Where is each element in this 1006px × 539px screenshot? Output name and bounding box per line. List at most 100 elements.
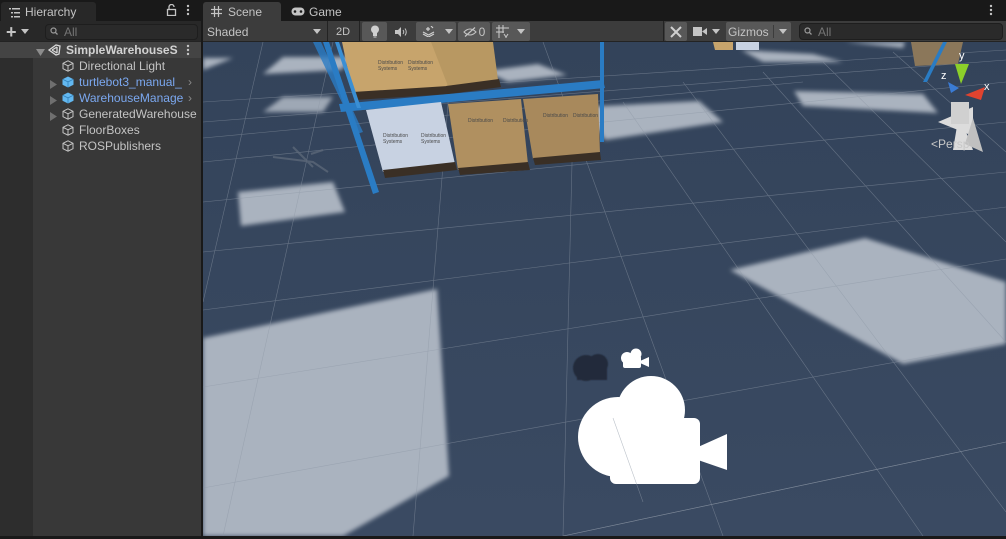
toolbar-separator bbox=[327, 21, 328, 42]
tree-item-scene[interactable]: SimpleWarehouseS bbox=[0, 42, 201, 58]
tab-scene[interactable]: Scene bbox=[203, 2, 281, 21]
gizmos-dropdown[interactable]: Gizmos bbox=[726, 22, 791, 41]
tab-hierarchy[interactable]: Hierarchy bbox=[1, 2, 96, 21]
eye-hidden-icon bbox=[462, 26, 477, 37]
hierarchy-tab-label: Hierarchy bbox=[25, 4, 77, 19]
tree-item-ros-publishers[interactable]: ROSPublishers bbox=[0, 138, 201, 154]
camera-icon bbox=[693, 27, 707, 36]
hierarchy-tab-bar: Hierarchy bbox=[0, 0, 201, 21]
gizmo-y-label: y bbox=[959, 50, 965, 62]
projection-toggle[interactable]: <Persp bbox=[931, 137, 969, 151]
toolbar-separator bbox=[359, 21, 360, 42]
box-label: Systems bbox=[421, 139, 441, 145]
gameobject-icon bbox=[62, 108, 74, 120]
scene-render: Distribution Systems Distribution System… bbox=[203, 42, 1006, 536]
chevron-right-icon[interactable]: › bbox=[188, 91, 192, 105]
scene-search-input[interactable] bbox=[818, 24, 988, 39]
hierarchy-search[interactable] bbox=[45, 24, 198, 40]
box-label: Systems bbox=[408, 66, 428, 72]
rack-upright bbox=[600, 42, 604, 142]
prefab-icon bbox=[62, 92, 74, 104]
hierarchy-toolbar: + bbox=[0, 21, 201, 42]
expand-arrow-icon[interactable] bbox=[36, 46, 45, 56]
unity-scene-icon bbox=[47, 44, 61, 56]
collapse-arrow-icon[interactable] bbox=[50, 110, 58, 121]
dropdown-caret-icon bbox=[20, 29, 29, 34]
prefab-icon bbox=[62, 76, 74, 88]
tree-item-label: ROSPublishers bbox=[79, 139, 162, 153]
create-button[interactable]: + bbox=[6, 23, 36, 41]
tree-item-label: WarehouseManage bbox=[79, 91, 184, 105]
box-pallet bbox=[448, 99, 528, 170]
camera-gizmo-shadow bbox=[573, 354, 608, 381]
lock-icon[interactable] bbox=[166, 3, 177, 17]
audio-toggle[interactable] bbox=[389, 22, 414, 41]
dropdown-caret-icon bbox=[778, 29, 787, 34]
box-label: Distribution bbox=[468, 118, 493, 124]
speaker-icon bbox=[395, 26, 408, 37]
toolbar-separator bbox=[663, 21, 664, 42]
dropdown-caret-icon bbox=[712, 29, 720, 34]
tree-item-generated-warehouse[interactable]: GeneratedWarehouse bbox=[0, 106, 201, 122]
tree-item-label: FloorBoxes bbox=[79, 123, 140, 137]
hierarchy-tree: SimpleWarehouseS Directional Light turtl… bbox=[0, 42, 201, 154]
grid-snap-dropdown[interactable] bbox=[492, 22, 530, 41]
camera-settings-dropdown[interactable] bbox=[690, 22, 724, 41]
hidden-objects-toggle[interactable]: 0 bbox=[458, 22, 490, 41]
draw-mode-dropdown[interactable]: Shaded bbox=[203, 22, 325, 41]
list-icon bbox=[9, 7, 20, 17]
tree-item-label: turtlebot3_manual_ bbox=[79, 75, 182, 89]
box-pallet bbox=[523, 94, 600, 159]
more-options-icon[interactable] bbox=[185, 4, 191, 16]
tab-scene-label: Scene bbox=[228, 4, 263, 19]
grid-icon bbox=[211, 6, 222, 17]
tools-button[interactable] bbox=[665, 22, 687, 41]
tree-item-label: Directional Light bbox=[79, 59, 166, 73]
tools-icon bbox=[670, 25, 682, 38]
gamepad-icon bbox=[291, 7, 305, 16]
more-options-icon[interactable] bbox=[988, 4, 994, 16]
toggle-2d-button[interactable]: 2D bbox=[331, 22, 355, 41]
gizmos-label: Gizmos bbox=[728, 24, 769, 39]
tab-game[interactable]: Game bbox=[283, 2, 353, 21]
tree-item-turtlebot[interactable]: turtlebot3_manual_ › bbox=[0, 74, 201, 90]
box-label: Distribution bbox=[543, 113, 568, 119]
scene-panel: Scene Game Shaded 2D 0 Gizmos All Distri… bbox=[203, 0, 1006, 536]
dropdown-caret-icon bbox=[517, 29, 525, 34]
gameobject-icon bbox=[62, 60, 74, 72]
scene-toolbar: Shaded 2D 0 Gizmos All bbox=[203, 21, 1006, 42]
layers-icon bbox=[422, 26, 435, 37]
dropdown-caret-icon bbox=[445, 29, 453, 34]
tree-item-warehouse-manager[interactable]: WarehouseManage › bbox=[0, 90, 201, 106]
hierarchy-search-input[interactable] bbox=[64, 25, 184, 39]
scene-tab-bar: Scene Game bbox=[203, 0, 1006, 21]
hidden-count: 0 bbox=[478, 24, 486, 39]
gizmo-cube[interactable] bbox=[951, 102, 969, 124]
lightbulb-icon bbox=[370, 25, 380, 38]
tree-item-label: SimpleWarehouseS bbox=[66, 43, 178, 57]
scene-more-icon[interactable] bbox=[185, 44, 191, 56]
collapse-arrow-icon[interactable] bbox=[50, 78, 58, 89]
tree-item-directional-light[interactable]: Directional Light bbox=[0, 58, 201, 74]
gameobject-icon bbox=[62, 124, 74, 136]
scene-viewport[interactable]: Distribution Systems Distribution System… bbox=[203, 42, 1006, 536]
collapse-arrow-icon[interactable] bbox=[50, 94, 58, 105]
projection-label: Persp bbox=[938, 137, 970, 151]
lighting-toggle[interactable] bbox=[362, 22, 387, 41]
box-label: Systems bbox=[378, 66, 398, 72]
chevron-left-icon: < bbox=[931, 137, 939, 151]
grid-snap-icon bbox=[496, 25, 509, 38]
gizmo-z-label: z bbox=[941, 70, 947, 82]
box-label: Systems bbox=[383, 139, 403, 145]
tab-game-label: Game bbox=[309, 4, 342, 19]
dropdown-caret-icon bbox=[313, 29, 321, 34]
effects-dropdown[interactable] bbox=[416, 22, 456, 41]
scene-search[interactable] bbox=[799, 23, 1003, 40]
hierarchy-panel: Hierarchy + SimpleWar bbox=[0, 0, 201, 536]
chevron-right-icon[interactable]: › bbox=[188, 75, 192, 89]
gizmos-split bbox=[772, 25, 774, 38]
tree-item-floor-boxes[interactable]: FloorBoxes bbox=[0, 122, 201, 138]
gameobject-icon bbox=[62, 140, 74, 152]
gizmo-x-label: x bbox=[984, 81, 990, 93]
search-icon bbox=[804, 25, 814, 39]
